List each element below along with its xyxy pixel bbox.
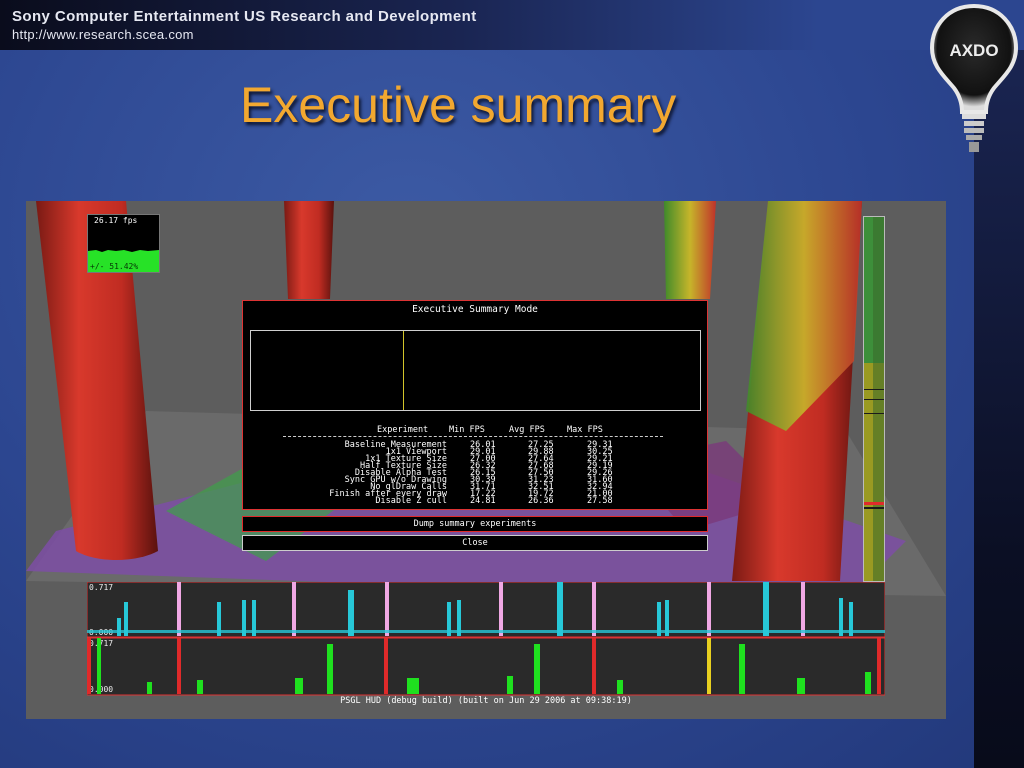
row-name: Disable Z cull <box>375 496 447 506</box>
dialog-title: Executive Summary Mode <box>412 304 538 315</box>
summary-graph <box>250 330 701 411</box>
bottom-graph-min: 0.000 <box>89 685 113 694</box>
fps-sparkline <box>88 250 159 261</box>
row-min: 24.81 <box>470 496 496 506</box>
app-screenshot: 26.17 fps +/- 51.42% Executive Summary M… <box>26 201 946 719</box>
bottom-graph-max: 0.717 <box>89 639 113 648</box>
hud-status: PSGL HUD (debug build) (built on Jun 29 … <box>340 696 632 706</box>
row-avg: 26.36 <box>528 496 554 506</box>
vertical-meter <box>863 216 885 582</box>
pillar <box>664 201 716 299</box>
table-divider <box>283 436 663 437</box>
header-bar: Sony Computer Entertainment US Research … <box>0 0 1024 50</box>
company-url: http://www.research.scea.com <box>12 27 194 42</box>
executive-summary-dialog: Executive Summary Mode Experiment Min FP… <box>242 300 708 510</box>
slide-title: Executive summary <box>240 77 677 133</box>
close-button[interactable]: Close <box>242 535 708 551</box>
performance-graphs: 0.717 0.000 0.717 0.000 <box>87 582 885 696</box>
column-min-fps: Min FPS <box>449 425 485 435</box>
company-name: Sony Computer Entertainment US Research … <box>12 8 477 25</box>
logo-text: AXDO <box>949 41 998 60</box>
table-row: Disable Z cull 24.81 26.36 27.58 <box>243 496 709 506</box>
column-experiment: Experiment <box>377 425 429 435</box>
fps-percent: +/- 51.42% <box>88 261 159 272</box>
column-max-fps: Max FPS <box>567 425 603 435</box>
fps-counter: 26.17 fps +/- 51.42% <box>87 214 160 273</box>
top-graph-max: 0.717 <box>89 583 113 592</box>
column-avg-fps: Avg FPS <box>509 425 545 435</box>
lightbulb-logo: AXDO <box>929 3 1019 152</box>
fps-value: 26.17 fps <box>94 216 138 225</box>
graph-marker <box>403 331 404 410</box>
row-max: 27.58 <box>587 496 613 506</box>
dump-summary-button[interactable]: Dump summary experiments <box>242 516 708 532</box>
pillar <box>284 201 334 299</box>
